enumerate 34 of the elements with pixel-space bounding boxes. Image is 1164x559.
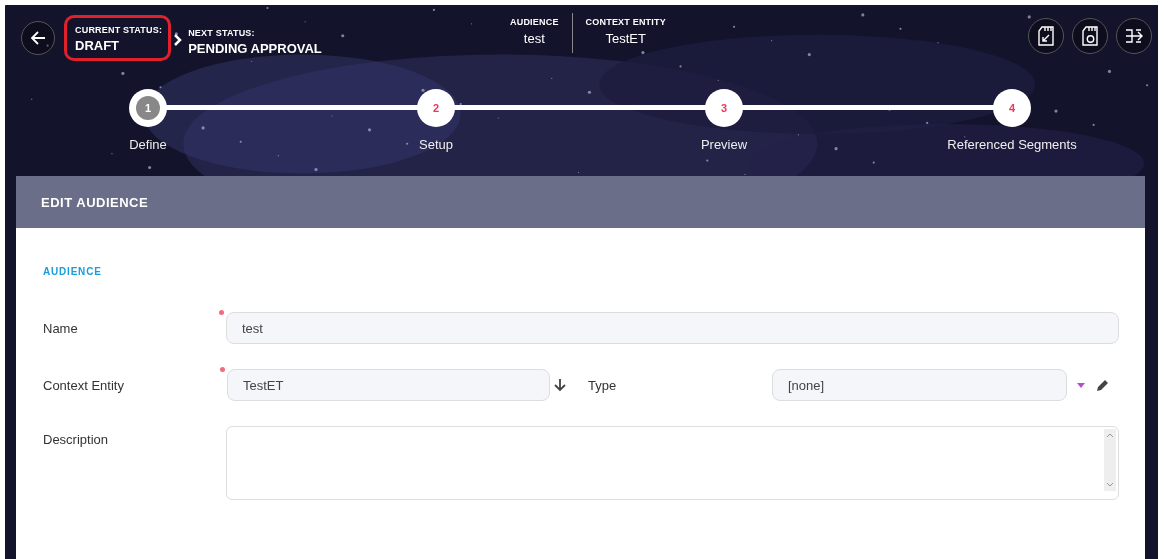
chevron-icon xyxy=(173,34,183,46)
section-title: AUDIENCE xyxy=(43,266,103,277)
status-value: DRAFT xyxy=(75,38,121,53)
back-button[interactable] xyxy=(21,21,55,55)
sd-card-refresh-icon xyxy=(1081,26,1099,46)
merge-button[interactable] xyxy=(1116,18,1152,54)
panel-title: EDIT AUDIENCE xyxy=(41,194,149,210)
status-value: PENDING APPROVAL xyxy=(188,41,322,56)
caret-icon[interactable] xyxy=(1077,382,1085,388)
merge-arrows-icon xyxy=(1124,27,1144,45)
field-label: Context Entity xyxy=(43,377,125,393)
description-field[interactable] xyxy=(226,426,1119,500)
step-label: Define xyxy=(129,137,167,152)
sd-card-arrow-icon xyxy=(1037,26,1055,46)
name-field[interactable]: test xyxy=(226,312,1119,344)
down-arrow-icon[interactable] xyxy=(554,378,566,392)
field-label: Type xyxy=(588,377,618,393)
pencil-icon[interactable] xyxy=(1096,378,1110,392)
info-value: test xyxy=(523,31,545,46)
context-entity-field[interactable]: TestET xyxy=(227,369,550,401)
card-refresh-button[interactable] xyxy=(1072,18,1108,54)
card-import-button[interactable] xyxy=(1028,18,1064,54)
step-label: Preview xyxy=(700,137,748,152)
field-label: Name xyxy=(43,320,79,336)
info-value: TestET xyxy=(605,31,646,46)
info-label: AUDIENCE xyxy=(510,17,559,27)
status-label: NEXT STATUS: xyxy=(188,28,256,38)
status-label: CURRENT STATUS: xyxy=(75,25,163,35)
type-dropdown[interactable]: [none] xyxy=(772,369,1067,401)
step-label: Setup xyxy=(419,137,453,152)
field-label: Description xyxy=(43,432,110,447)
info-label: CONTEXT ENTITY xyxy=(585,17,666,27)
step-label: Referenced Segments xyxy=(947,137,1077,152)
back-arrow-icon xyxy=(29,29,47,47)
